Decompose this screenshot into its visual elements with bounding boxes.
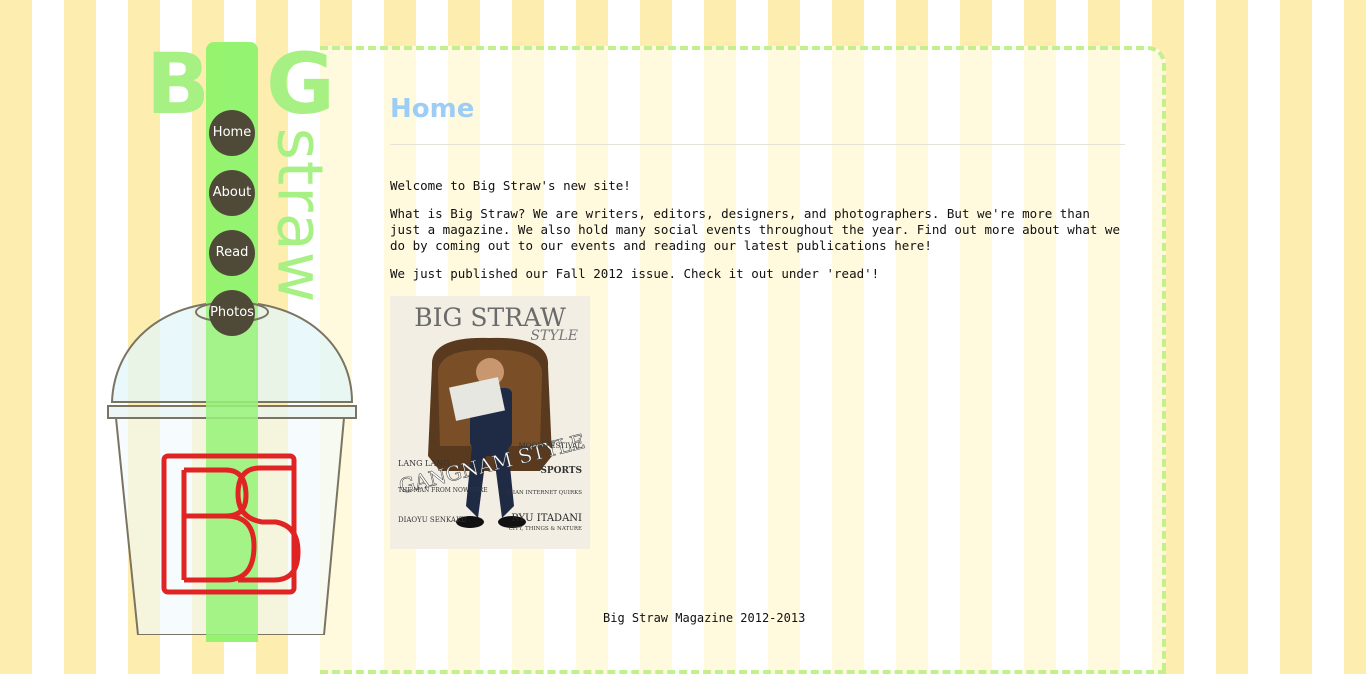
cover-right-line-3: ASIAN INTERNET QUIRKS [504,490,582,496]
cover-left-line-3: DIAOYU SENKAKU [398,516,467,524]
cover-right-line-1: MOON FESTIVAL [519,442,583,450]
nav-home-button[interactable]: Home [209,110,255,156]
welcome-paragraph: Welcome to Big Straw's new site! [390,178,631,193]
nav-about-button[interactable]: About [209,170,255,216]
cup-graphic: BS [107,300,357,635]
cover-right-line-2: SPORTS [540,466,582,476]
cover-left-line-2: THE MAN FROM NOWHERE [398,487,488,494]
title-divider [390,144,1125,145]
issue-paragraph: We just published our Fall 2012 issue. C… [390,266,880,281]
nav-read-button[interactable]: Read [209,230,255,276]
page-content: Welcome to Big Straw's new site! What is… [390,178,1120,294]
about-paragraph: What is Big Straw? We are writers, edito… [390,206,1120,253]
cover-subhead: STYLE [530,328,578,344]
cover-art: BIG STRAW STYLE GANGNAM STYLE LANG LANG … [390,296,590,549]
cover-right-line-4: RYU ITADANI [511,513,582,524]
logo-letter-b: B [146,35,211,133]
cover-right-line-5: CITY, THINGS & NATURE [509,526,582,532]
magazine-cover-image[interactable]: BIG STRAW STYLE GANGNAM STYLE LANG LANG … [390,296,590,549]
logo-straw-word: straw [263,127,337,303]
cover-left-line-1: LANG LANG [398,459,450,468]
nav-photos-button[interactable]: Photos [209,290,255,336]
footer-text: Big Straw Magazine 2012-2013 [603,611,806,625]
page-title: Home [390,94,475,124]
logo-straw-text: straw [250,115,350,315]
logo-letter-g: G [266,35,335,133]
